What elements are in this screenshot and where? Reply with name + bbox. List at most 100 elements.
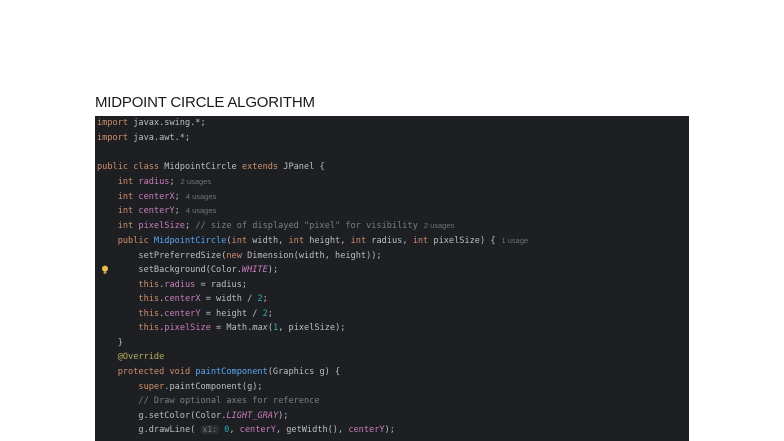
code-text: ; xyxy=(184,221,196,231)
code-text: } xyxy=(117,338,123,348)
code-line-19[interactable]: super.paintComponent(g); xyxy=(97,380,263,394)
code-text: = Math. xyxy=(210,323,253,333)
code-text: javax.swing.*; xyxy=(128,118,206,128)
code-text: setBackground(Color. xyxy=(138,265,242,275)
keyword: public xyxy=(117,236,149,246)
constant: LIGHT_GRAY xyxy=(226,411,279,421)
code-text: JPanel { xyxy=(278,162,325,172)
field-name: centerY xyxy=(348,425,385,435)
static-method: max xyxy=(252,323,268,333)
code-text: g.drawLine( xyxy=(138,425,201,435)
code-text: = height / xyxy=(200,309,263,319)
code-line-9[interactable]: public MidpointCircle(int width, int hei… xyxy=(97,234,529,248)
keyword: import xyxy=(97,133,129,143)
code-text: pixelSize) { xyxy=(428,236,496,246)
keyword: extends xyxy=(241,162,279,172)
code-text: width, xyxy=(247,236,289,246)
code-line-12[interactable]: this.radius = radius; xyxy=(97,278,247,292)
code-text: Dimension(width, height)); xyxy=(241,251,382,261)
code-comment: // Draw optional axes for reference xyxy=(138,396,320,406)
code-line-18[interactable]: protected void paintComponent(Graphics g… xyxy=(97,365,340,379)
usages-hint[interactable]: 1 usage xyxy=(502,236,529,245)
keyword: int xyxy=(117,206,134,216)
slide-title: MIDPOINT CIRCLE ALGORITHM xyxy=(95,94,315,111)
keyword: int xyxy=(231,236,248,246)
keyword: this xyxy=(138,294,160,304)
code-line-6[interactable]: int centerX; 4 usages xyxy=(97,190,217,204)
method-name: paintComponent xyxy=(190,367,268,377)
keyword: int xyxy=(350,236,367,246)
usages-hint[interactable]: 2 usages xyxy=(424,221,454,230)
code-line-1[interactable]: import javax.swing.*; xyxy=(97,116,206,130)
parameter-hint: x1: xyxy=(200,425,219,434)
keyword: this xyxy=(138,323,160,333)
code-line-10[interactable]: setPreferredSize(new Dimension(width, he… xyxy=(97,249,382,263)
field-name: pixelSize xyxy=(133,221,185,231)
code-line-14[interactable]: this.centerY = height / 2; xyxy=(97,307,273,321)
keyword: import xyxy=(97,118,129,128)
code-editor[interactable]: import javax.swing.*; import java.awt.*;… xyxy=(95,116,689,441)
field-name: centerY xyxy=(239,425,276,435)
code-text: = radius; xyxy=(195,280,248,290)
usages-hint[interactable]: 2 usages xyxy=(181,177,211,186)
field-name: centerY xyxy=(164,309,201,319)
code-line-16[interactable]: } xyxy=(97,336,123,350)
code-text: java.awt.*; xyxy=(128,133,191,143)
code-text: , getWidth(), xyxy=(275,425,349,435)
code-text: ; xyxy=(267,309,273,319)
code-line-7[interactable]: int centerY; 4 usages xyxy=(97,204,217,218)
keyword: protected void xyxy=(117,367,191,377)
code-text: .paintComponent(g); xyxy=(164,382,263,392)
method-name: MidpointCircle xyxy=(148,236,227,246)
code-text: radius, xyxy=(366,236,413,246)
code-text: ); xyxy=(278,411,289,421)
constant: WHITE xyxy=(241,265,268,275)
usages-hint[interactable]: 4 usages xyxy=(186,206,216,215)
code-text: ); xyxy=(384,425,395,435)
code-line-17[interactable]: @Override xyxy=(97,350,165,364)
code-line-22[interactable]: g.drawLine( x1: 0, centerY, getWidth(), … xyxy=(97,423,395,437)
code-line-5[interactable]: int radius; 2 usages xyxy=(97,175,211,189)
keyword: super xyxy=(138,382,165,392)
keyword: int xyxy=(288,236,305,246)
code-line-13[interactable]: this.centerX = width / 2; xyxy=(97,292,268,306)
code-text: g.setColor(Color. xyxy=(138,411,227,421)
keyword: this xyxy=(138,309,160,319)
code-text: , pixelSize); xyxy=(278,323,346,333)
code-text: ; xyxy=(262,294,268,304)
code-line-4[interactable]: public class MidpointCircle extends JPan… xyxy=(97,160,325,174)
code-text: ; xyxy=(169,177,175,187)
code-line-21[interactable]: g.setColor(Color.LIGHT_GRAY); xyxy=(97,409,288,423)
code-line-11[interactable]: setBackground(Color.WHITE); xyxy=(97,263,278,277)
code-text: ; xyxy=(174,206,180,216)
code-line-2[interactable]: import java.awt.*; xyxy=(97,131,190,145)
field-name: radius xyxy=(133,177,170,187)
code-comment: // size of displayed "pixel" for visibil… xyxy=(195,221,418,231)
keyword: this xyxy=(138,280,160,290)
code-line-20[interactable]: // Draw optional axes for reference xyxy=(97,394,320,408)
keyword: public class xyxy=(97,162,160,172)
code-text: ); xyxy=(267,265,279,275)
field-name: centerX xyxy=(133,192,175,202)
annotation: @Override xyxy=(117,352,165,362)
code-text: ; xyxy=(174,192,180,202)
code-text: height, xyxy=(304,236,351,246)
number-literal: 0 xyxy=(218,425,230,435)
class-name: MidpointCircle xyxy=(159,162,242,172)
field-name: centerX xyxy=(164,294,201,304)
field-name: pixelSize xyxy=(164,323,211,333)
field-name: radius xyxy=(164,280,196,290)
code-text: = width / xyxy=(200,294,258,304)
keyword: int xyxy=(117,192,134,202)
keyword: new xyxy=(226,251,242,261)
code-text: setPreferredSize( xyxy=(138,251,227,261)
code-text: , xyxy=(229,425,240,435)
keyword: int xyxy=(117,177,134,187)
code-text: (Graphics g) { xyxy=(267,367,341,377)
keyword: int xyxy=(412,236,429,246)
code-line-8[interactable]: int pixelSize; // size of displayed "pix… xyxy=(97,219,455,233)
code-line-15[interactable]: this.pixelSize = Math.max(1, pixelSize); xyxy=(97,321,345,335)
usages-hint[interactable]: 4 usages xyxy=(186,192,216,201)
keyword: int xyxy=(117,221,134,231)
field-name: centerY xyxy=(133,206,175,216)
